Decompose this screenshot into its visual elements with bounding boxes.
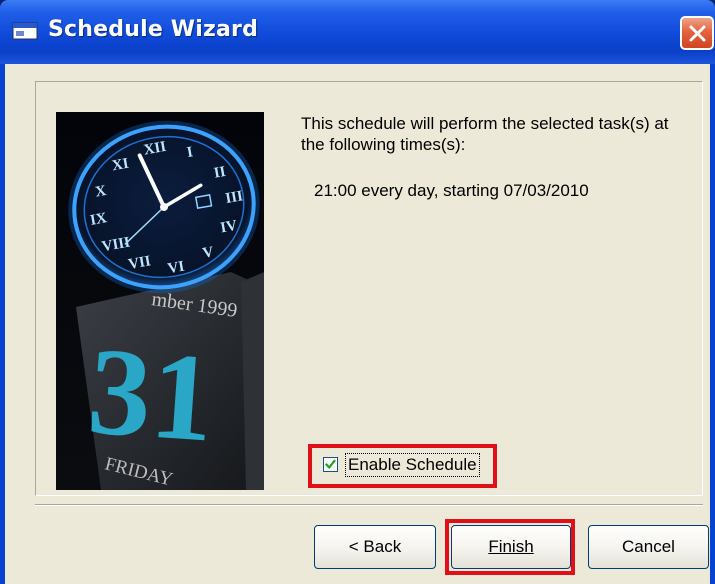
footer-separator [35,504,703,506]
title-bar[interactable]: Schedule Wizard [0,0,715,64]
schedule-time-text: 21:00 every day, starting 07/03/2010 [314,181,589,200]
svg-text:III: III [224,188,244,207]
close-icon [689,25,706,42]
dialog-body: mber 1999 31 FRIDAY XII I II III IV V VI… [5,64,710,584]
window-title: Schedule Wizard [48,17,259,42]
close-button[interactable] [680,16,714,50]
clock-calendar-image: mber 1999 31 FRIDAY XII I II III IV V VI… [56,112,264,490]
svg-text:IV: IV [219,218,238,237]
schedule-description: This schedule will perform the selected … [301,114,669,154]
cancel-button[interactable]: Cancel [588,525,709,569]
svg-text:XI: XI [111,156,130,175]
back-button[interactable]: < Back [314,525,436,569]
highlight-enable-schedule [308,444,497,488]
window-frame-right [710,64,715,584]
highlight-finish-button [445,519,575,575]
schedule-wizard-window: Schedule Wizard mber 1999 31 FRIDAY XII … [0,0,715,584]
svg-text:VI: VI [166,258,185,277]
svg-text:IX: IX [89,210,108,229]
calendar-day-number: 31 [84,322,218,468]
app-window-icon [12,22,38,40]
